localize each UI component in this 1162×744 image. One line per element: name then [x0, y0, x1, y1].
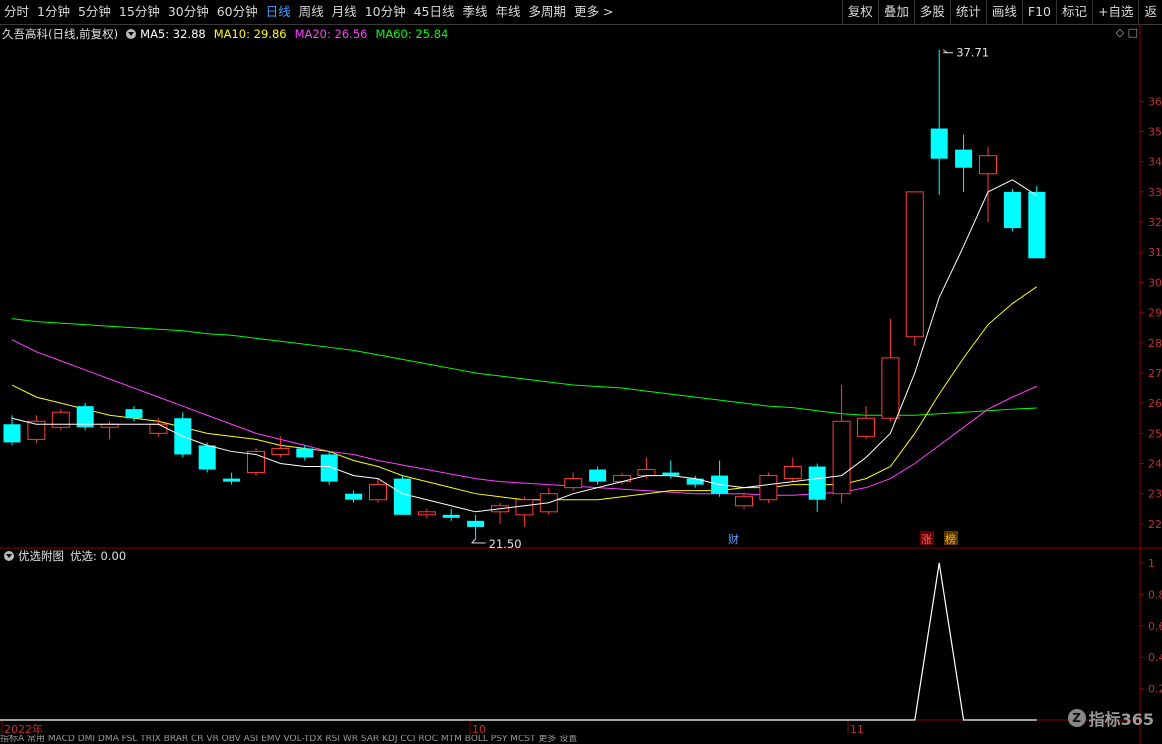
watermark-logo: Z 指标365 [1067, 706, 1154, 730]
candle-body-up [735, 496, 753, 507]
price-tick-label: 28 [1148, 337, 1162, 350]
sub-indicator-line [0, 562, 1037, 721]
candle-body-down [125, 409, 143, 419]
ma5-line [11, 179, 1038, 513]
low-arrow [471, 538, 476, 544]
sub-tick-label: 0.2 [1148, 683, 1162, 696]
candle-body-up [905, 191, 924, 338]
price-tick-label: 36 [1148, 95, 1162, 108]
candle-body-up [515, 499, 534, 516]
candle-body-up [979, 155, 997, 175]
candle-body-up [369, 484, 387, 501]
candle-body-down [1003, 191, 1021, 229]
sub-tick-label: 0.6 [1148, 620, 1162, 633]
sub-tick-label: 1 [1148, 557, 1155, 570]
candle-body-down [442, 514, 460, 518]
candle-body-down [345, 493, 363, 500]
candle-body-down [3, 424, 21, 443]
candle-body-down [320, 454, 338, 482]
price-tick-label: 23 [1148, 488, 1162, 501]
price-tick-label: 27 [1148, 367, 1162, 380]
price-tick-label: 30 [1148, 276, 1162, 289]
logo-text: 指标365 [1088, 710, 1154, 729]
logo-mark-icon: Z [1067, 709, 1086, 727]
badge-bang: 榜 [945, 532, 956, 546]
price-tick-label: 29 [1148, 307, 1162, 320]
sub-tick-label: 0.4 [1148, 651, 1162, 664]
candle-body-up [613, 475, 631, 483]
candle-body-up [832, 420, 851, 495]
badge-cai: 财 [728, 532, 739, 546]
candle-body-up [857, 417, 875, 437]
low-price-label: 21.50 [489, 537, 522, 551]
candle-body-up [881, 357, 900, 419]
price-tick-label: 26 [1148, 397, 1162, 410]
candle-body-up [149, 423, 168, 434]
time-tick-label: 2022年 [4, 722, 43, 736]
candle-body-down [1028, 191, 1046, 259]
price-tick-label: 22 [1148, 518, 1162, 531]
candle-body-up [417, 511, 436, 516]
candle-body-up [271, 447, 290, 455]
candle-body-down [393, 478, 411, 515]
candle-body-down [930, 128, 948, 159]
badge-zhang: 涨 [921, 533, 932, 546]
candle-body-down [589, 469, 607, 482]
indicator-tabs[interactable]: 指标A 常用 MACD DMI DMA FSL TRIX BRAR CR VR … [0, 735, 860, 744]
price-tick-label: 32 [1148, 216, 1162, 229]
price-tick-label: 31 [1148, 246, 1162, 259]
sub-tick-label: 0.8 [1148, 588, 1162, 601]
high-price-label: 37.71 [956, 46, 989, 60]
price-tick-label: 35 [1148, 126, 1162, 139]
candle-body-up [51, 411, 70, 428]
price-tick-label: 24 [1148, 458, 1162, 471]
candle-body-down [223, 478, 241, 482]
price-tick-label: 34 [1148, 156, 1162, 169]
candle-body-down [955, 149, 973, 168]
candle-body-up [564, 478, 583, 489]
candle-body-up [783, 466, 802, 480]
candle-body-down [296, 448, 314, 458]
candle-body-down [467, 520, 485, 527]
candle-body-down [686, 478, 704, 485]
candle-body-up [637, 469, 656, 477]
candle-body-down [198, 445, 216, 470]
kline-chart[interactable]: 36 35 34 33 32 31 30 29 28 27 26 25 24 23 22 1 0.8 0.6 0.4… [0, 0, 1162, 744]
candle-body-up [759, 475, 778, 501]
price-tick-label: 33 [1148, 186, 1162, 199]
price-tick-label: 25 [1148, 427, 1162, 440]
candle-body-down [808, 466, 826, 500]
